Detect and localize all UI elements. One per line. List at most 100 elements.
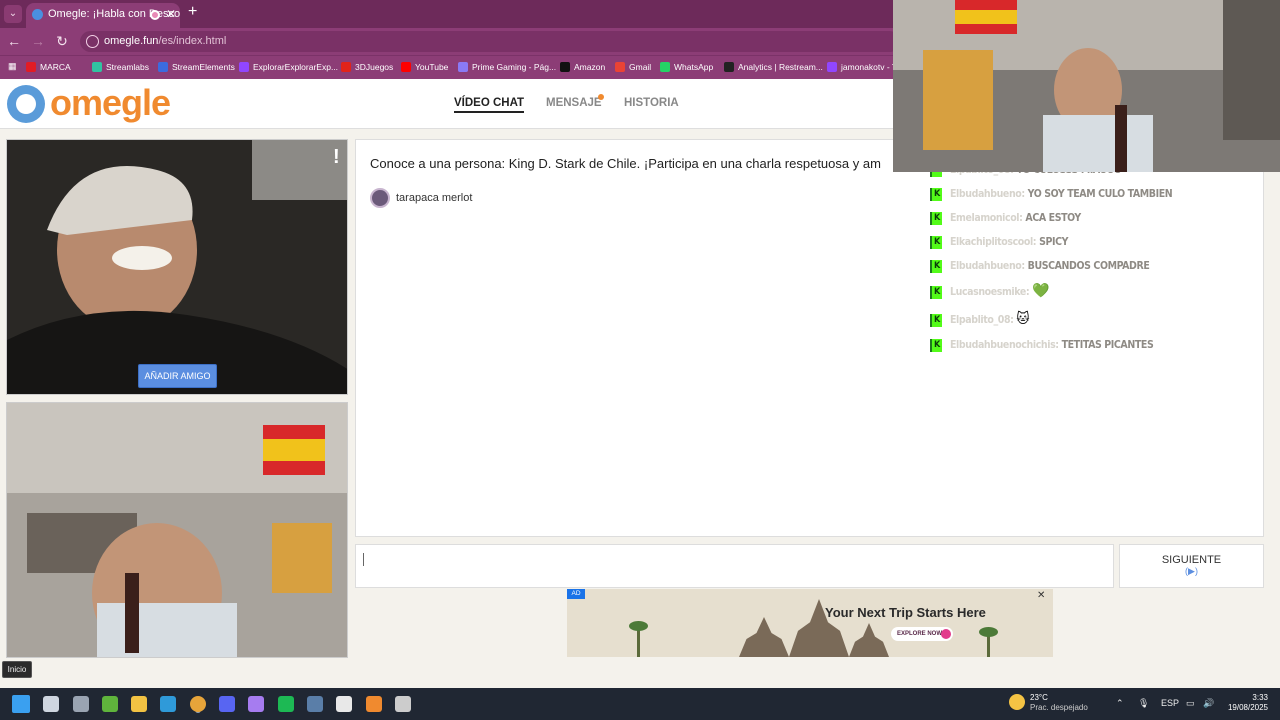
fl-studio-icon[interactable] [366, 696, 382, 712]
add-friend-button[interactable]: AÑADIR AMIGO [138, 364, 217, 388]
edge-icon[interactable] [160, 696, 176, 712]
chat-username: Elbudahbuenochichis: [950, 339, 1059, 351]
stream-chat-message: K Lucasnoesmike: 💚 [930, 281, 1050, 301]
file-explorer-icon[interactable] [131, 696, 147, 712]
bookmark-favicon-icon [458, 62, 468, 72]
next-button[interactable]: SIGUIENTE (▶) [1119, 544, 1264, 588]
forward-arrow-icon[interactable]: → [30, 33, 46, 49]
bookmark-favicon-icon [560, 62, 570, 72]
chat-emote-icon: 🐱 [1016, 311, 1030, 327]
bookmark-item[interactable]: MARCA [26, 60, 71, 74]
system-clock[interactable]: 3:33 19/08/2025 [1226, 693, 1268, 713]
tab-title: Omegle: ¡Habla con Descon [48, 8, 180, 20]
chat-text: ACA ESTOY [1025, 212, 1081, 224]
bookmark-item[interactable]: jamonakotv - T [827, 60, 897, 74]
site-info-icon[interactable] [86, 35, 99, 48]
bookmark-label: MARCA [40, 62, 71, 72]
bookmark-favicon-icon [239, 62, 249, 72]
chat-text: TETITAS PICANTES [1061, 339, 1154, 351]
microphone-icon[interactable]: 🎙 [1138, 698, 1149, 709]
bookmark-favicon-icon [615, 62, 625, 72]
bookmark-item[interactable]: Streamlabs [92, 60, 149, 74]
kick-badge-icon: K [930, 313, 942, 327]
bookmark-item[interactable]: StreamElements [158, 60, 235, 74]
bookmark-favicon-icon [26, 62, 36, 72]
chrome-icon[interactable] [190, 696, 206, 712]
peer-avatar[interactable] [370, 188, 390, 208]
next-button-label: SIGUIENTE [1161, 554, 1222, 566]
advertisement[interactable]: AD Your Next Trip Starts Here EXPLORE NO… [567, 589, 1053, 657]
report-flag-icon[interactable]: ! [333, 146, 340, 169]
peer-info: tarapaca merlot [370, 188, 472, 208]
weather-sun-icon[interactable] [1009, 694, 1025, 710]
chat-username: Elpablito_08: [950, 314, 1014, 326]
new-tab-button[interactable]: + [188, 3, 197, 21]
bookmark-item[interactable]: Analytics | Restream... [724, 60, 823, 74]
bookmark-label: StreamElements [172, 62, 235, 72]
self-video-frame [7, 403, 347, 657]
omegle-logo-text[interactable]: omegle [50, 82, 171, 124]
discord-icon[interactable] [219, 696, 235, 712]
stream-chat-message: K Elbudahbueno: YO SOY TEAM CULO TAMBIEN [930, 183, 1173, 203]
bookmark-label: 3DJuegos [355, 62, 394, 72]
text-caret [363, 553, 364, 566]
omegle-logo-icon[interactable] [7, 85, 45, 123]
bookmark-favicon-icon [401, 62, 411, 72]
bookmark-favicon-icon [341, 62, 351, 72]
url-bar[interactable]: omegle.fun/es/index.html [80, 31, 900, 52]
peer-name: tarapaca merlot [396, 192, 473, 204]
bookmark-label: WhatsApp [674, 62, 714, 72]
start-windows-icon[interactable] [12, 695, 30, 713]
steam-icon[interactable] [307, 696, 323, 712]
bookmark-label: Analytics | Restream... [738, 62, 823, 72]
tab-search-dropdown[interactable]: ⌄ [4, 5, 22, 23]
volume-icon[interactable]: 🔊 [1203, 698, 1214, 709]
back-arrow-icon[interactable]: ← [6, 33, 22, 49]
message-input[interactable] [355, 544, 1114, 588]
nav-history[interactable]: HISTORIA [624, 97, 679, 109]
bookmark-item[interactable]: Amazon [560, 60, 605, 74]
xbox-icon[interactable] [102, 696, 118, 712]
spotify-icon[interactable] [278, 696, 294, 712]
reload-icon[interactable]: ↻ [54, 33, 70, 50]
ad-close-button[interactable]: ✕ [1037, 590, 1045, 601]
bookmark-favicon-icon [660, 62, 670, 72]
stream-chat-message: K Emelamonicol: ACA ESTOY [930, 207, 1081, 227]
chat-icon[interactable] [248, 696, 264, 712]
bookmark-item[interactable]: WhatsApp [660, 60, 713, 74]
bookmark-label: Prime Gaming - Pág... [472, 62, 557, 72]
language-indicator[interactable]: ESP [1161, 698, 1179, 708]
show-hidden-icons-icon[interactable]: ⌃ [1116, 698, 1124, 709]
ad-tag: AD [567, 589, 585, 599]
browser-tab-omegle[interactable]: Omegle: ¡Habla con Descon ✕ [26, 3, 180, 28]
weather-widget[interactable]: 23°C Prac. despejado [1030, 693, 1088, 713]
bookmark-label: Amazon [574, 62, 606, 72]
bookmark-item[interactable]: 3DJuegos [341, 60, 393, 74]
chat-text: BUSCANDOS COMPADRE [1027, 260, 1150, 272]
apps-grid-icon[interactable]: ▦ [8, 61, 18, 71]
network-icon[interactable]: ▭ [1186, 698, 1195, 709]
ad-cta-label: EXPLORE NOW! [897, 631, 945, 637]
bookmark-item[interactable]: YouTube [401, 60, 448, 74]
capcut-icon[interactable] [336, 696, 352, 712]
obs-icon[interactable] [395, 696, 411, 712]
bookmark-favicon-icon [158, 62, 168, 72]
bookmark-favicon-icon [92, 62, 102, 72]
kick-badge-icon: K [930, 338, 942, 352]
bookmark-label: Gmail [629, 62, 652, 72]
bookmark-item[interactable]: ExplorarExplorarExp... [239, 60, 338, 74]
task-view-icon[interactable] [73, 696, 89, 712]
search-icon[interactable] [43, 696, 59, 712]
ad-title: Your Next Trip Starts Here [825, 605, 986, 620]
ad-explore-button[interactable]: EXPLORE NOW! [891, 627, 953, 641]
nav-video-chat[interactable]: VÍDEO CHAT [454, 97, 525, 113]
tab-close-button[interactable]: ✕ [166, 3, 176, 26]
bookmark-item[interactable]: Prime Gaming - Pág... [458, 60, 556, 74]
start-tooltip: Inicio [2, 661, 32, 678]
streamer-webcam-overlay [893, 0, 1280, 172]
nav-message[interactable]: MENSAJE [546, 97, 602, 109]
weather-desc: Prac. despejado [1030, 703, 1088, 712]
bookmark-item[interactable]: Gmail [615, 60, 651, 74]
audio-playing-icon[interactable] [150, 10, 160, 20]
chat-username: Elbudahbueno: [950, 188, 1025, 200]
